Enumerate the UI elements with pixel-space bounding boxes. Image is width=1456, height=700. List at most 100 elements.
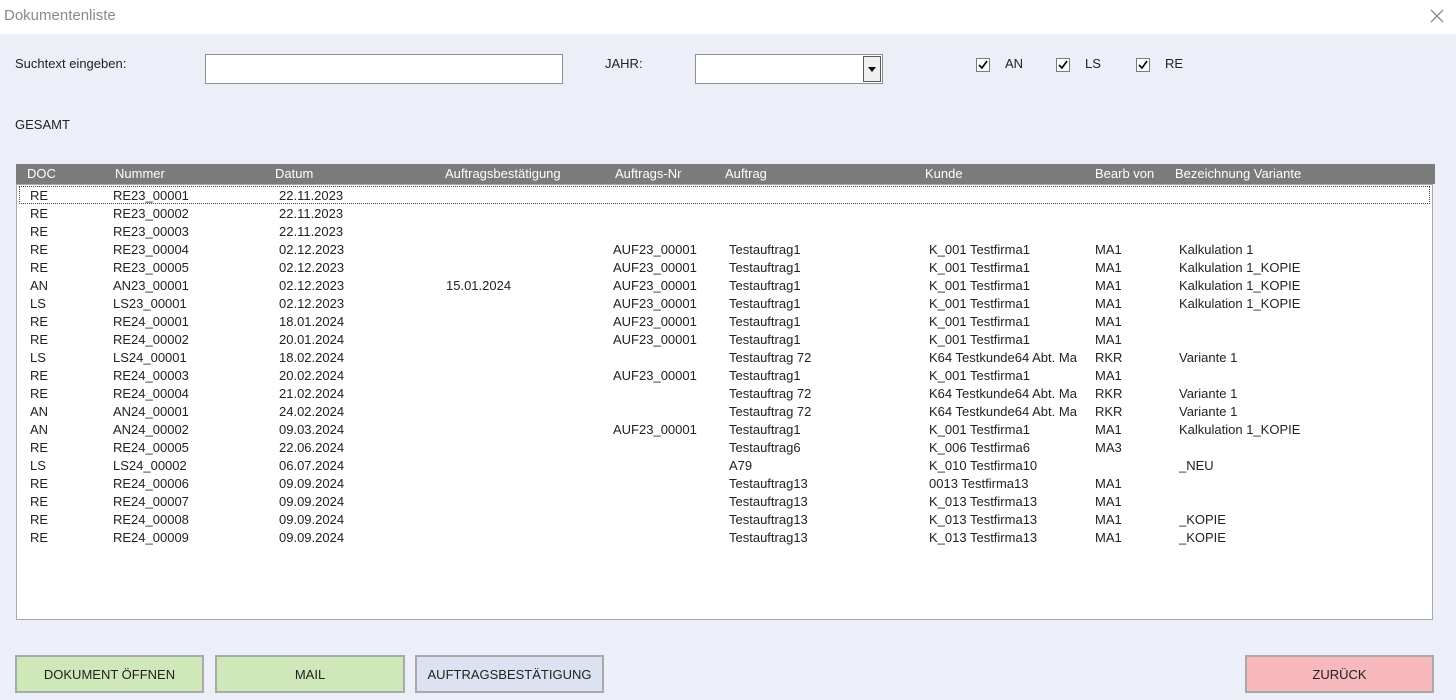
table-row[interactable]: LS LS24_00002 06.07.2024 A79 K_010 Testfirma… — [17, 456, 1432, 474]
table-cell: RE24_00006 — [113, 476, 189, 491]
column-header[interactable]: Kunde — [925, 166, 963, 181]
column-header[interactable]: Datum — [275, 166, 313, 181]
table-cell: K_001 Testfirma1 — [929, 296, 1030, 311]
year-dropdown-button[interactable] — [863, 56, 881, 82]
table-row[interactable]: RE RE24_00007 09.09.2024 Testauftrag13 K_013… — [17, 492, 1432, 510]
table-cell: RKR — [1095, 404, 1123, 419]
table-cell: 02.12.2023 — [279, 296, 345, 311]
table-row[interactable]: AN AN24_00001 24.02.2024 Testauftrag 72 K64 … — [17, 402, 1432, 420]
open-document-button[interactable]: DOKUMENT ÖFFNEN — [15, 655, 204, 693]
table-cell: K_006 Testfirma6 — [929, 440, 1030, 455]
table-cell: LS24_00002 — [113, 458, 187, 473]
table-cell: AUF23_00001 — [613, 296, 697, 311]
back-button[interactable]: ZURÜCK — [1245, 655, 1434, 693]
order-confirmation-button[interactable]: AUFTRAGSBESTÄTIGUNG — [415, 655, 604, 693]
column-header[interactable]: DOC — [27, 166, 56, 181]
table-row[interactable]: RE RE23_00005 02.12.2023 AUF23_00001 Testauf… — [17, 258, 1432, 276]
table-cell: K_013 Testfirma13 — [929, 512, 1038, 527]
table-cell: RE — [30, 314, 49, 329]
table-cell: Testauftrag6 — [729, 440, 801, 455]
table-row[interactable]: RE RE24_00004 21.02.2024 Testauftrag 72 K64 … — [17, 384, 1432, 402]
table-cell: AUF23_00001 — [613, 422, 697, 437]
table-row[interactable]: RE RE23_00002 22.11.2023 — [17, 204, 1432, 222]
total-label: GESAMT — [15, 117, 70, 132]
table-row[interactable]: RE RE24_00008 09.09.2024 Testauftrag13 K_013… — [17, 510, 1432, 528]
table-cell: 18.01.2024 — [279, 314, 345, 329]
table-cell: RE24_00001 — [113, 314, 189, 329]
table-cell: MA1 — [1095, 314, 1122, 329]
table-row[interactable]: RE RE24_00002 20.01.2024 AUF23_00001 Testauf… — [17, 330, 1432, 348]
table-cell: _KOPIE — [1179, 512, 1226, 527]
table-cell: K_001 Testfirma1 — [929, 314, 1030, 329]
table-cell: MA1 — [1095, 368, 1122, 383]
table-cell: _NEU — [1179, 458, 1214, 473]
table-cell: RE24_00004 — [113, 386, 189, 401]
table-cell: AN — [30, 422, 49, 437]
table-cell: Testauftrag 72 — [729, 404, 812, 419]
table-cell: LS24_00001 — [113, 350, 187, 365]
table-cell: K64 Testkunde64 Abt. Ma — [929, 404, 1077, 419]
mail-button[interactable]: MAIL — [215, 655, 405, 693]
close-button[interactable] — [1424, 4, 1450, 28]
checkmark-icon — [1138, 60, 1148, 70]
filter-checkbox-re[interactable] — [1136, 58, 1150, 72]
table-cell: MA1 — [1095, 296, 1122, 311]
table-cell: Variante 1 — [1179, 404, 1238, 419]
table-row[interactable]: LS LS24_00001 18.02.2024 Testauftrag 72 K64 … — [17, 348, 1432, 366]
table-cell: Testauftrag13 — [729, 530, 808, 545]
table-row[interactable]: RE RE24_00009 09.09.2024 Testauftrag13 K_013… — [17, 528, 1432, 546]
table-cell: 15.01.2024 — [446, 278, 512, 293]
column-header[interactable]: Auftrags-Nr — [615, 166, 681, 181]
table-cell: Testauftrag 72 — [729, 350, 812, 365]
table-cell: 18.02.2024 — [279, 350, 345, 365]
table-cell: RE23_00001 — [113, 188, 189, 203]
table-cell: K_001 Testfirma1 — [929, 368, 1030, 383]
table-row[interactable]: RE RE24_00006 09.09.2024 Testauftrag13 0013 … — [17, 474, 1432, 492]
table-cell: K_013 Testfirma13 — [929, 530, 1038, 545]
column-header[interactable]: Bezeichnung Variante — [1175, 166, 1301, 181]
column-header[interactable]: Auftrag — [725, 166, 767, 181]
table-cell: RE23_00002 — [113, 206, 189, 221]
table-row[interactable]: LS LS23_00001 02.12.2023 AUF23_00001 Testauf… — [17, 294, 1432, 312]
table-cell: RE24_00005 — [113, 440, 189, 455]
table-cell: 20.01.2024 — [279, 332, 345, 347]
table-cell: Testauftrag 72 — [729, 386, 812, 401]
window-title: Dokumentenliste — [4, 7, 116, 24]
table-cell: MA1 — [1095, 278, 1122, 293]
column-header[interactable]: Nummer — [115, 166, 165, 181]
search-input[interactable] — [205, 54, 563, 84]
table-row[interactable]: RE RE24_00005 22.06.2024 Testauftrag6 K_006 … — [17, 438, 1432, 456]
table-cell: K_001 Testfirma1 — [929, 242, 1030, 257]
table-cell: RE — [30, 512, 49, 527]
document-list[interactable]: RE RE23_00001 22.11.2023 RE RE23_00002 22.11.… — [16, 184, 1433, 620]
table-row[interactable]: RE RE24_00003 20.02.2024 AUF23_00001 Testauf… — [17, 366, 1432, 384]
table-cell: MA1 — [1095, 530, 1122, 545]
table-cell: 02.12.2023 — [279, 242, 345, 257]
table-row[interactable]: AN AN24_00002 09.03.2024 AUF23_00001 Testauf… — [17, 420, 1432, 438]
table-cell: MA3 — [1095, 440, 1122, 455]
table-row[interactable]: RE RE23_00001 22.11.2023 — [19, 186, 1430, 204]
filter-checkbox-ls[interactable] — [1056, 58, 1070, 72]
table-cell: 06.07.2024 — [279, 458, 345, 473]
year-select[interactable] — [695, 54, 883, 84]
table-cell: MA1 — [1095, 422, 1122, 437]
table-cell: 24.02.2024 — [279, 404, 345, 419]
table-cell: K_001 Testfirma1 — [929, 422, 1030, 437]
table-cell: AN23_00001 — [113, 278, 189, 293]
table-cell: RE23_00003 — [113, 224, 189, 239]
column-header[interactable]: Auftragsbestätigung — [445, 166, 561, 181]
table-row[interactable]: RE RE23_00004 02.12.2023 AUF23_00001 Testauf… — [17, 240, 1432, 258]
table-cell: _KOPIE — [1179, 530, 1226, 545]
filter-checkbox-an[interactable] — [976, 58, 990, 72]
table-cell: MA1 — [1095, 476, 1122, 491]
table-cell: K64 Testkunde64 Abt. Ma — [929, 350, 1077, 365]
table-cell: AUF23_00001 — [613, 314, 697, 329]
table-cell: AN — [30, 404, 49, 419]
table-cell: Testauftrag1 — [729, 422, 801, 437]
table-row[interactable]: AN AN23_00001 02.12.2023 15.01.2024 AUF23_00… — [17, 276, 1432, 294]
column-header[interactable]: Bearb von — [1095, 166, 1154, 181]
table-cell: Variante 1 — [1179, 350, 1238, 365]
table-row[interactable]: RE RE24_00001 18.01.2024 AUF23_00001 Testauf… — [17, 312, 1432, 330]
table-row[interactable]: RE RE23_00003 22.11.2023 — [17, 222, 1432, 240]
table-cell: Testauftrag1 — [729, 278, 801, 293]
